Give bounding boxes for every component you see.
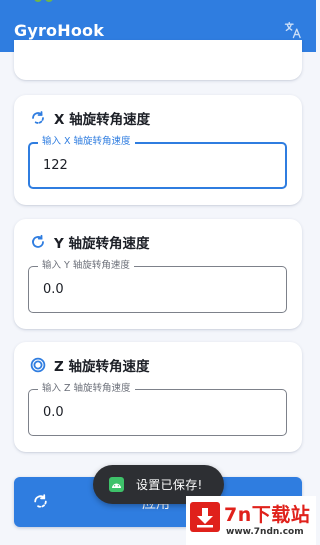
z-axis-title: Z 轴旋转角速度 (54, 359, 150, 375)
x-axis-input-value[interactable]: 122 (43, 158, 68, 173)
y-axis-header: Y 轴旋转角速度 (30, 232, 149, 252)
target-ring-icon (30, 357, 46, 373)
watermark-url: www.7ndn.com (226, 527, 304, 537)
site-watermark: 7n下载站 www.7ndn.com (186, 496, 316, 545)
x-axis-card: X 轴旋转角速度 输入 X 轴旋转角速度 122 (14, 95, 302, 205)
x-axis-header: X 轴旋转角速度 (30, 108, 150, 128)
z-axis-header: Z 轴旋转角速度 (30, 355, 150, 375)
rotate-partial-icon (30, 110, 46, 126)
rotate-icon (32, 493, 49, 510)
y-axis-input-value[interactable]: 0.0 (43, 282, 64, 297)
y-axis-speed-input[interactable]: 输入 Y 轴旋转角速度 0.0 (28, 260, 287, 313)
download-arrow-icon (190, 502, 220, 532)
app-title: GyroHook (14, 21, 105, 40)
y-axis-card: Y 轴旋转角速度 输入 Y 轴旋转角速度 0.0 (14, 219, 302, 329)
z-axis-card: Z 轴旋转角速度 输入 Z 轴旋转角速度 0.0 (14, 342, 302, 452)
z-axis-input-label: 输入 Z 轴旋转角速度 (38, 383, 135, 395)
watermark-name: 7n下载站 (224, 504, 311, 526)
previous-settings-card (14, 40, 302, 80)
rotate-dotted-icon (30, 234, 46, 250)
toast-message: 设置已保存! (136, 478, 203, 492)
status-indicators (34, 0, 58, 4)
android-icon (109, 477, 124, 492)
y-axis-title: Y 轴旋转角速度 (54, 236, 150, 252)
x-axis-speed-input[interactable]: 输入 X 轴旋转角速度 122 (28, 136, 287, 189)
translate-icon[interactable] (282, 19, 304, 41)
x-axis-input-label: 输入 X 轴旋转角速度 (38, 136, 135, 148)
x-axis-title: X 轴旋转角速度 (54, 112, 151, 128)
z-axis-input-value[interactable]: 0.0 (43, 405, 64, 420)
y-axis-input-label: 输入 Y 轴旋转角速度 (38, 260, 134, 272)
z-axis-speed-input[interactable]: 输入 Z 轴旋转角速度 0.0 (28, 383, 287, 436)
